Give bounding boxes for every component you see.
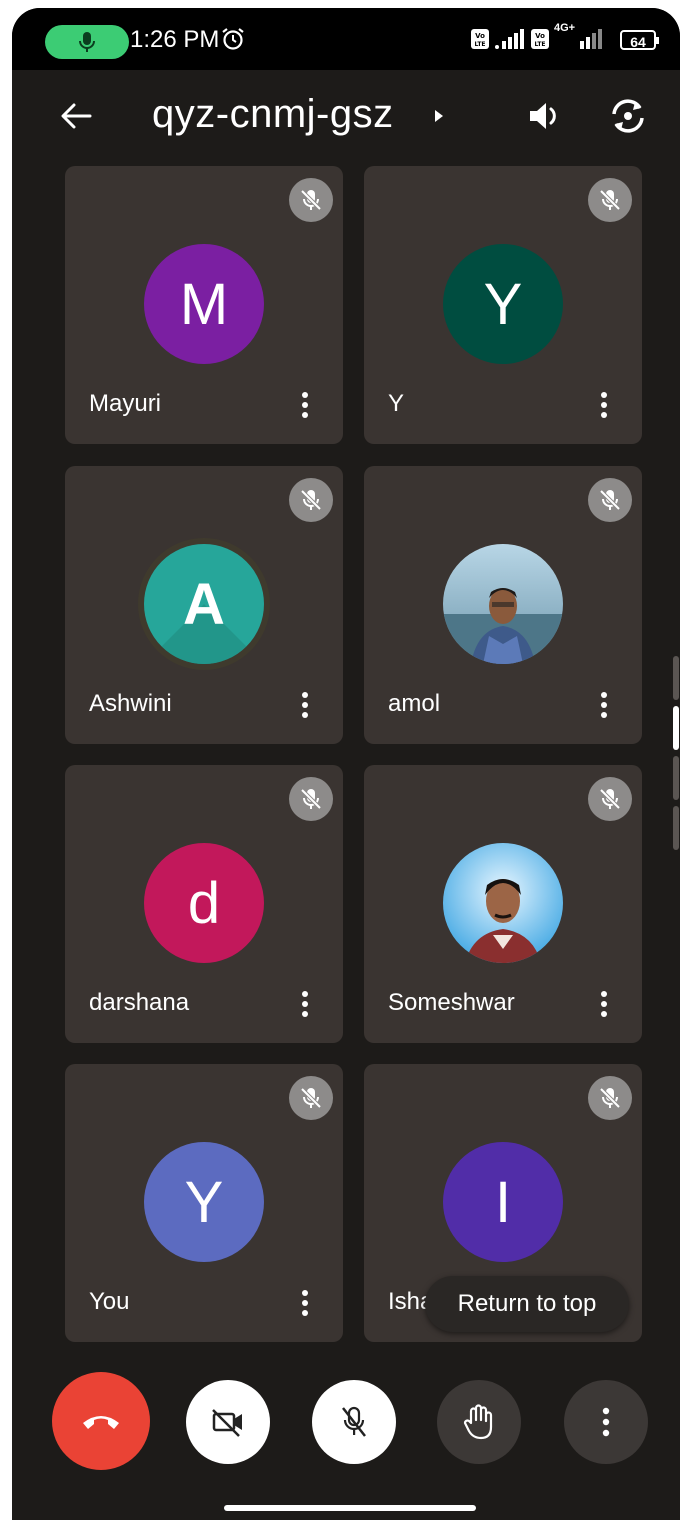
camera-off-icon [212,1409,242,1437]
svg-text:LTE: LTE [534,41,545,48]
participant-name: darshana [89,989,190,1016]
signal-icon [495,29,524,49]
signal-icon [580,29,602,49]
return-to-top-button[interactable]: Return to top [425,1276,629,1332]
avatar-initial: Y [483,271,523,337]
mic-off-icon [300,489,322,511]
back-arrow-icon[interactable] [58,98,94,134]
more-vert-icon[interactable] [293,1286,317,1320]
participant-name: amol [388,690,441,717]
battery-icon: 64 [620,30,659,50]
mic-off-icon [599,189,621,211]
battery-level: 64 [630,34,646,50]
phone-screen: 1:26 PM Vo LTE Vo LTE 4G+ 64 qyz-cnmj-gs… [12,8,680,1520]
flip-camera-icon[interactable] [606,94,650,138]
participant-tile[interactable]: M Mayuri [65,166,343,444]
muted-badge [289,1076,333,1120]
more-vert-icon[interactable] [592,688,616,722]
participant-tile[interactable]: A Ashwini [65,466,343,744]
avatar: d [144,843,264,963]
participant-tile[interactable]: Y Y [364,166,642,444]
volte-icon: Vo LTE [531,29,549,49]
mic-off-icon [300,1087,322,1109]
muted-badge [289,178,333,222]
svg-text:Vo: Vo [475,32,485,40]
participant-tile[interactable]: amol [364,466,642,744]
svg-text:LTE: LTE [474,41,485,48]
avatar: Y [144,1142,264,1262]
mic-off-icon [342,1406,366,1437]
more-vert-icon[interactable] [592,987,616,1021]
scroll-thumb[interactable] [673,706,679,750]
network-type: 4G+ [554,22,576,34]
avatar: M [144,244,264,364]
muted-badge [588,178,632,222]
participant-name: Y [388,390,405,417]
avatar: A [144,544,264,664]
participant-name: You [89,1288,130,1315]
alarm-icon [222,28,244,50]
avatar-photo [443,843,563,963]
hand-icon [463,1404,493,1440]
svg-text:Vo: Vo [535,32,545,40]
more-vert-icon [602,1407,610,1437]
avatar: I [443,1142,563,1262]
muted-badge [289,478,333,522]
volte-icon: Vo LTE [471,29,489,49]
participant-name: Someshwar [388,989,515,1016]
profile-photo [443,544,563,664]
scroll-track [673,806,679,850]
muted-badge [289,777,333,821]
avatar-photo [443,544,563,664]
end-call-button[interactable] [52,1372,150,1470]
participant-tile[interactable]: d darshana [65,765,343,1043]
muted-badge [588,478,632,522]
speaker-icon[interactable] [524,96,564,136]
meeting-code[interactable]: qyz-cnmj-gsz [152,92,394,137]
avatar: Y [443,244,563,364]
mic-toggle-button[interactable] [312,1380,396,1464]
profile-photo [443,843,563,963]
more-vert-icon[interactable] [592,388,616,422]
caret-right-icon[interactable] [433,108,445,124]
scroll-track [673,756,679,800]
return-to-top-label: Return to top [457,1290,597,1317]
mic-off-icon [599,788,621,810]
scroll-track [673,656,679,700]
more-vert-icon[interactable] [293,987,317,1021]
participant-name: Mayuri [89,390,162,417]
more-vert-icon[interactable] [293,688,317,722]
avatar-initial: M [179,271,229,337]
phone-hangup-icon [83,1416,119,1429]
mic-off-icon [300,788,322,810]
avatar-initial: d [187,870,221,936]
avatar-initial: Y [184,1169,224,1235]
mic-off-icon [300,189,322,211]
participant-name: Ashwini [89,690,172,717]
clock: 1:26 PM [130,26,220,53]
raise-hand-button[interactable] [437,1380,521,1464]
meeting-header: qyz-cnmj-gsz [12,70,680,166]
mic-icon [79,32,95,52]
status-bar: 1:26 PM Vo LTE Vo LTE 4G+ 64 [12,8,680,70]
muted-badge [588,777,632,821]
muted-badge [588,1076,632,1120]
avatar-initial: A [183,571,225,637]
participant-tile[interactable]: Someshwar [364,765,642,1043]
camera-toggle-button[interactable] [186,1380,270,1464]
participant-tile[interactable]: Y You [65,1064,343,1342]
mic-off-icon [599,489,621,511]
mic-in-use-indicator[interactable] [45,25,129,59]
mic-off-icon [599,1087,621,1109]
home-indicator[interactable] [224,1505,476,1511]
more-options-button[interactable] [564,1380,648,1464]
avatar-initial: I [494,1169,512,1235]
more-vert-icon[interactable] [293,388,317,422]
